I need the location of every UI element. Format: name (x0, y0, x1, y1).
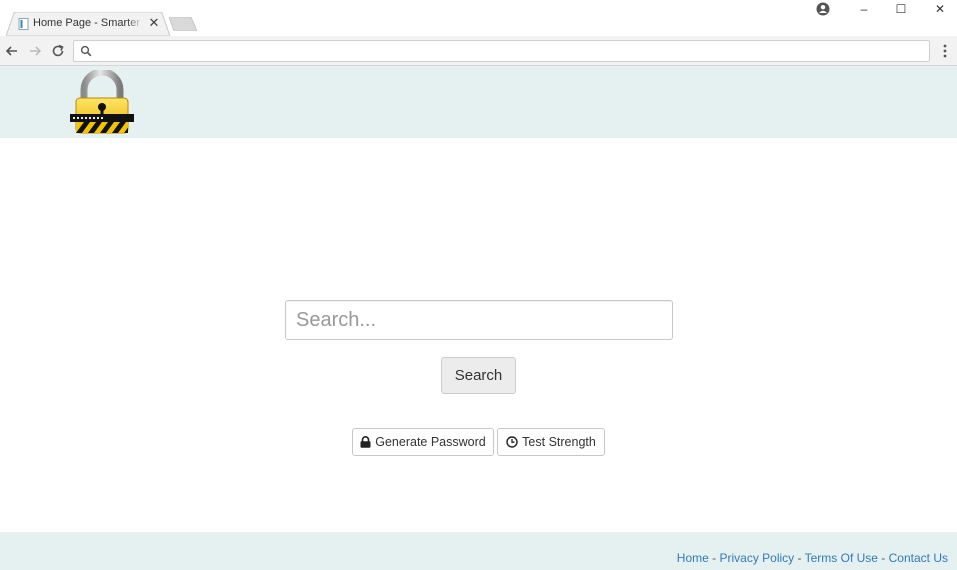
browser-toolbar (0, 36, 957, 66)
tab-close-icon[interactable]: ✕ (147, 16, 161, 30)
forward-arrow-icon[interactable] (27, 43, 43, 59)
browser-menu-icon[interactable] (939, 43, 951, 59)
footer-links: Home - Privacy Policy - Terms Of Use - C… (677, 551, 948, 565)
test-strength-button[interactable]: Test Strength (497, 428, 605, 456)
footer-link-terms-of-use[interactable]: Terms Of Use (805, 551, 878, 565)
footer-link-home[interactable]: Home (677, 551, 709, 565)
address-search-icon (80, 45, 92, 57)
generate-password-button[interactable]: Generate Password (352, 428, 494, 456)
footer-separator: - (708, 551, 720, 565)
profile-icon[interactable] (816, 2, 830, 16)
site-header (0, 66, 957, 138)
search-input[interactable] (285, 300, 673, 340)
test-strength-label: Test Strength (522, 435, 596, 449)
page-favicon-icon (18, 18, 29, 30)
minimize-button[interactable]: – (849, 2, 879, 18)
search-button[interactable]: Search (441, 357, 516, 394)
browser-titlebar: Home Page - Smarter Passwords ✕ – ☐ ✕ (0, 0, 957, 36)
footer-separator: - (794, 551, 805, 565)
footer-link-contact-us[interactable]: Contact Us (889, 551, 948, 565)
footer-separator: - (877, 551, 889, 565)
reload-icon[interactable] (50, 43, 66, 59)
tab-title: Home Page - Smarter Passwords (33, 17, 143, 29)
clock-icon (506, 436, 518, 448)
back-arrow-icon[interactable] (4, 43, 20, 59)
close-window-button[interactable]: ✕ (925, 2, 955, 18)
new-tab-button[interactable] (169, 17, 197, 31)
generate-password-label: Generate Password (375, 435, 486, 449)
browser-tab[interactable]: Home Page - Smarter Passwords ✕ (6, 12, 170, 36)
lock-icon (360, 436, 371, 448)
maximize-button[interactable]: ☐ (886, 2, 916, 18)
address-input[interactable] (98, 42, 918, 60)
padlock-logo-icon[interactable] (70, 70, 134, 134)
address-bar[interactable] (73, 40, 930, 62)
site-footer: Home - Privacy Policy - Terms Of Use - C… (0, 532, 957, 570)
footer-link-privacy-policy[interactable]: Privacy Policy (719, 551, 794, 565)
